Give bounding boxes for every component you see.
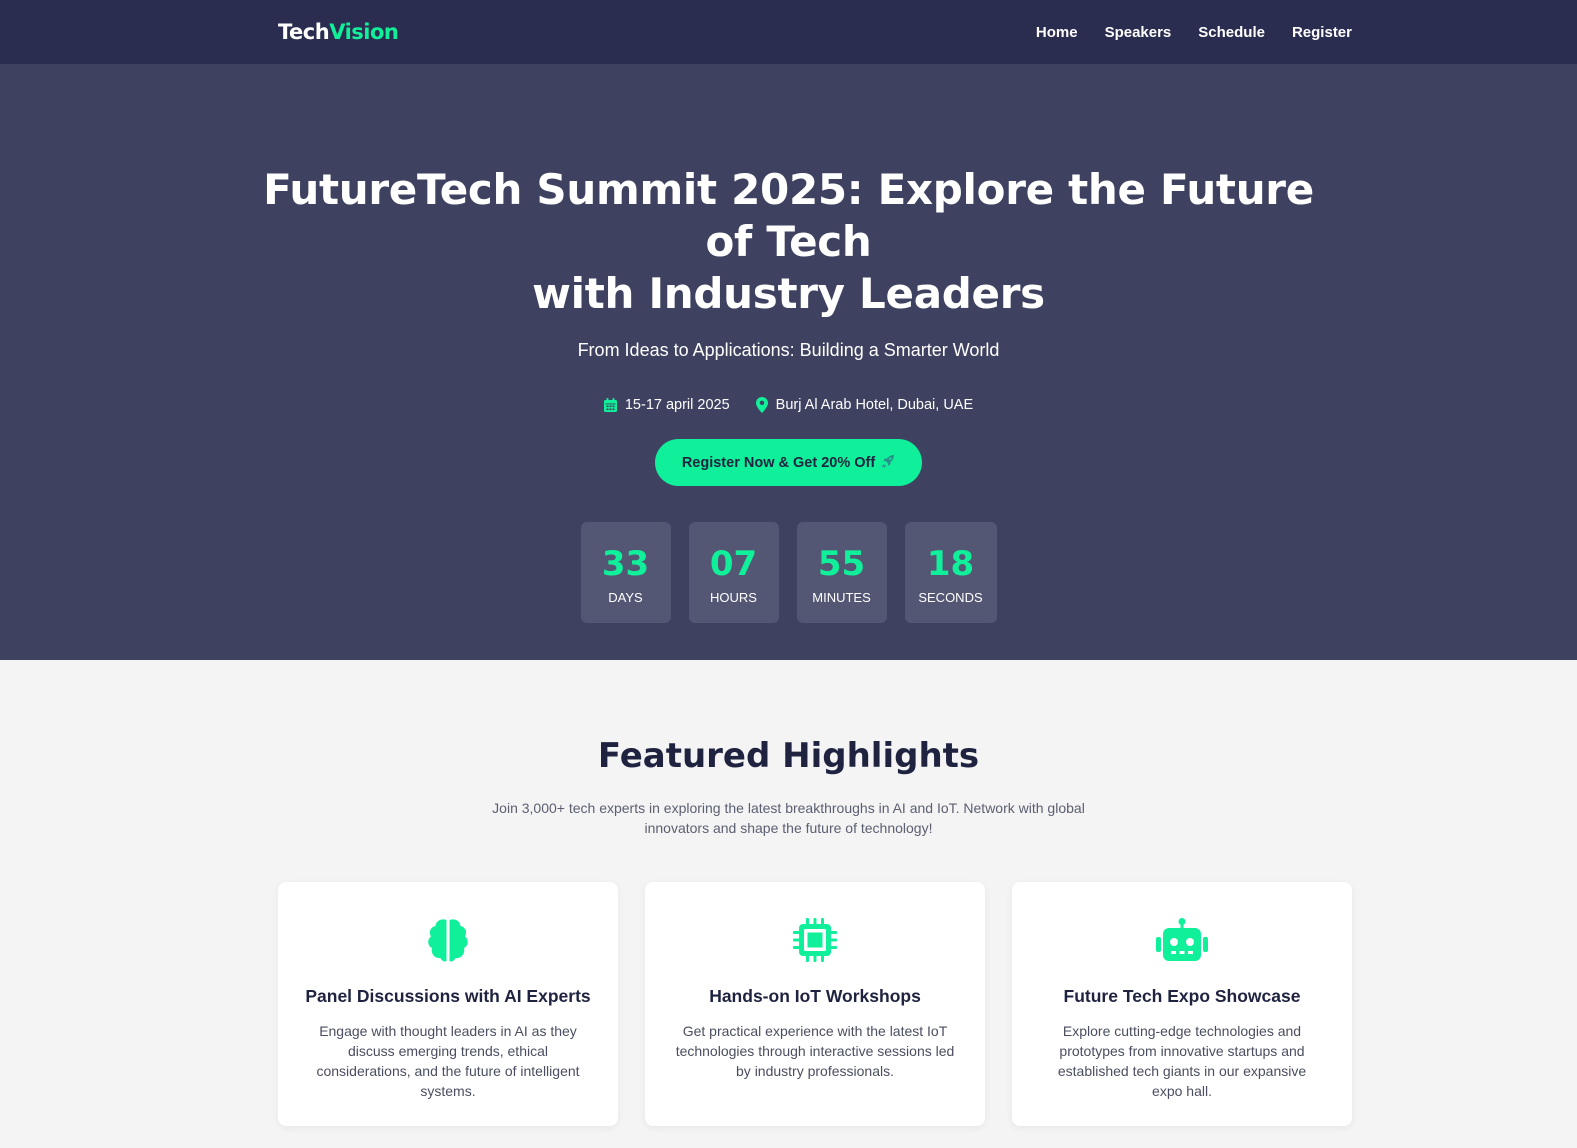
countdown-seconds-value: 18 <box>926 544 975 584</box>
nav-link-schedule[interactable]: Schedule <box>1198 24 1265 41</box>
hero-title-line-2: with Industry Leaders <box>532 269 1045 318</box>
features-section: Featured Highlights Join 3,000+ tech exp… <box>0 660 1577 1126</box>
countdown-days-label: DAYS <box>608 590 643 605</box>
features-title: Featured Highlights <box>597 736 980 776</box>
event-date: 15-17 april 2025 <box>603 397 730 413</box>
logo-text-tech: Tech <box>278 20 330 44</box>
countdown-minutes: 55 MINUTES <box>796 522 887 623</box>
countdown: 33 DAYS 07 HOURS 55 MINUTES 18 SECONDS <box>0 522 1577 623</box>
logo-text-vision: Vision <box>329 20 399 44</box>
feature-card-iot-workshops: Hands-on IoT Workshops Get practical exp… <box>645 882 985 1126</box>
hero-section: FutureTech Summit 2025: Explore the Futu… <box>0 64 1577 660</box>
feature-card-text: Engage with thought leaders in AI as the… <box>316 1023 580 1099</box>
event-location-text: Burj Al Arab Hotel, Dubai, UAE <box>775 397 974 413</box>
nav-link-speakers[interactable]: Speakers <box>1105 24 1172 41</box>
feature-card-text: Get practical experience with the latest… <box>675 1023 955 1079</box>
feature-card-title: Panel Discussions with AI Experts <box>305 986 591 1006</box>
feature-card-expo-showcase: Future Tech Expo Showcase Explore cuttin… <box>1012 882 1352 1126</box>
countdown-seconds: 18 SECONDS <box>904 522 997 623</box>
nav-link-register[interactable]: Register <box>1292 24 1352 41</box>
countdown-days: 33 DAYS <box>580 522 671 623</box>
event-date-text: 15-17 april 2025 <box>624 397 730 413</box>
feature-cards: Panel Discussions with AI Experts Engage… <box>278 882 1577 1126</box>
brain-icon <box>278 916 618 964</box>
countdown-seconds-label: SECONDS <box>918 590 983 605</box>
features-lead-line-2: innovators and shape the future of techn… <box>644 820 933 836</box>
countdown-days-value: 33 <box>601 544 650 584</box>
calendar-icon <box>603 398 617 412</box>
countdown-hours-label: HOURS <box>710 590 757 605</box>
register-cta-label: Register Now & Get 20% Off <box>681 454 876 471</box>
event-location: Burj Al Arab Hotel, Dubai, UAE <box>755 397 974 413</box>
nav-links: Home Speakers Schedule Register <box>1036 24 1352 41</box>
event-meta: 15-17 april 2025 Burj Al Arab Hotel, Dub… <box>0 397 1577 413</box>
features-lead-line-1: Join 3,000+ tech experts in exploring th… <box>492 800 1085 816</box>
hero-title: FutureTech Summit 2025: Explore the Futu… <box>249 164 1329 320</box>
register-cta-button[interactable]: Register Now & Get 20% Off <box>654 439 923 486</box>
countdown-minutes-value: 55 <box>817 544 866 584</box>
logo[interactable]: TechVision <box>278 20 399 44</box>
hero-title-line-1: FutureTech Summit 2025: Explore the Futu… <box>263 165 1314 266</box>
rocket-icon <box>881 454 895 472</box>
feature-card-title: Hands-on IoT Workshops <box>709 986 921 1006</box>
countdown-hours-value: 07 <box>709 544 758 584</box>
robot-icon <box>1012 916 1352 964</box>
countdown-hours: 07 HOURS <box>688 522 779 623</box>
nav-link-home[interactable]: Home <box>1036 24 1078 41</box>
navbar-inner: TechVision Home Speakers Schedule Regist… <box>278 20 1352 44</box>
countdown-minutes-label: MINUTES <box>812 590 871 605</box>
feature-card-title: Future Tech Expo Showcase <box>1063 986 1301 1006</box>
features-lead: Join 3,000+ tech experts in exploring th… <box>469 798 1109 838</box>
navbar: TechVision Home Speakers Schedule Regist… <box>0 0 1577 64</box>
map-pin-icon <box>755 397 768 413</box>
chip-icon <box>645 916 985 964</box>
feature-card-text: Explore cutting-edge technologies and pr… <box>1057 1023 1307 1099</box>
hero-subtitle: From Ideas to Applications: Building a S… <box>577 340 1000 360</box>
feature-card-ai-panels: Panel Discussions with AI Experts Engage… <box>278 882 618 1126</box>
